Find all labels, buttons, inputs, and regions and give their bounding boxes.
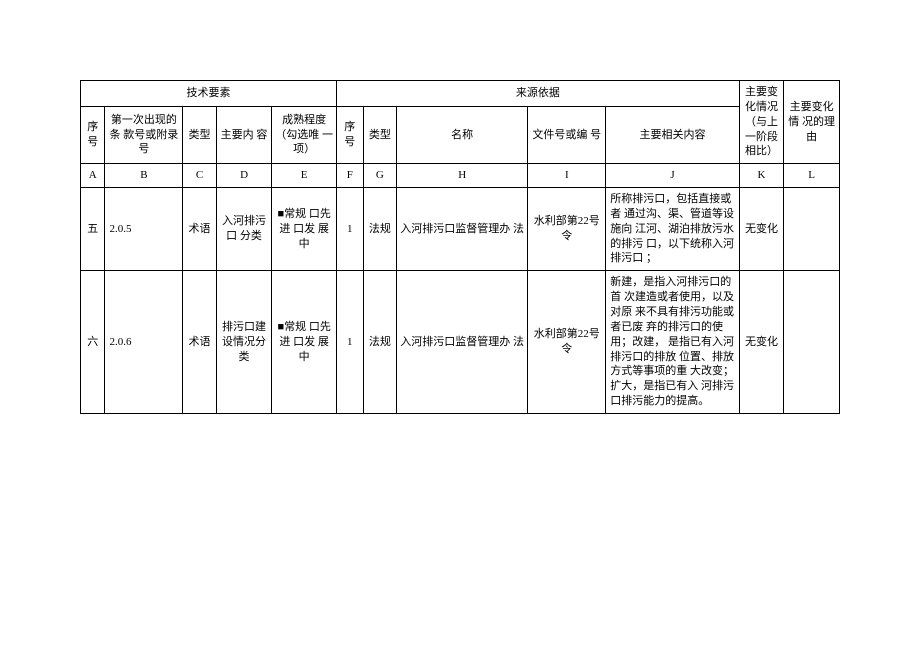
cell-src-seq: 1 — [336, 188, 363, 271]
cell-type: 术语 — [183, 271, 216, 414]
cell-src-main: 所称排污口，包括直接或 者 通过沟、渠、管道等设 施向 江河、湖泊排放污水 的排… — [606, 188, 740, 271]
header-source-name: 名称 — [397, 106, 528, 164]
header-group-source: 来源依据 — [336, 81, 739, 107]
cell-reason — [784, 188, 840, 271]
header-main-content: 主要内 容 — [216, 106, 272, 164]
col-letter-C: C — [183, 164, 216, 188]
header-type: 类型 — [183, 106, 216, 164]
cell-src-doc: 水利部第22号 令 — [528, 271, 606, 414]
header-row-fields: 序 号 第一次出现的 条 款号或附录 号 类型 主要内 容 成熟程度 （勾选唯 … — [81, 106, 840, 164]
cell-change: 无变化 — [739, 271, 784, 414]
col-letter-I: I — [528, 164, 606, 188]
header-first-occurrence: 第一次出现的 条 款号或附录 号 — [105, 106, 183, 164]
cell-src-name: 入河排污口监督管理办 法 — [397, 188, 528, 271]
col-letter-A: A — [81, 164, 105, 188]
col-letter-H: H — [397, 164, 528, 188]
cell-src-doc: 水利部第22号 令 — [528, 188, 606, 271]
col-letter-L: L — [784, 164, 840, 188]
cell-maturity: ■常规 口先进 口发 展中 — [272, 188, 337, 271]
col-letter-E: E — [272, 164, 337, 188]
cell-type: 术语 — [183, 188, 216, 271]
header-maturity: 成熟程度 （勾选唯 一 项） — [272, 106, 337, 164]
cell-src-name: 入河排污口监督管理办 法 — [397, 271, 528, 414]
cell-content: 排污口建 设情况分 类 — [216, 271, 272, 414]
table-row: 五 2.0.5 术语 入河排污 口 分类 ■常规 口先进 口发 展中 1 法规 … — [81, 188, 840, 271]
header-change-reason: 主要变化 情 况的理 由 — [784, 81, 840, 164]
col-letter-K: K — [739, 164, 784, 188]
col-letter-J: J — [606, 164, 740, 188]
cell-content: 入河排污 口 分类 — [216, 188, 272, 271]
cell-clause: 2.0.5 — [105, 188, 183, 271]
header-source-type: 类型 — [363, 106, 396, 164]
cell-seq: 六 — [81, 271, 105, 414]
header-seq: 序 号 — [81, 106, 105, 164]
cell-change: 无变化 — [739, 188, 784, 271]
header-source-doc-no: 文件号或编 号 — [528, 106, 606, 164]
cell-src-main: 新建，是指入河排污口的 首 次建造或者使用，以及 对原 来不具有排污功能或 者已… — [606, 271, 740, 414]
cell-seq: 五 — [81, 188, 105, 271]
table-row: 六 2.0.6 术语 排污口建 设情况分 类 ■常规 口先进 口发 展中 1 法… — [81, 271, 840, 414]
cell-maturity: ■常规 口先进 口发 展中 — [272, 271, 337, 414]
col-letter-G: G — [363, 164, 396, 188]
header-group-tech: 技术要素 — [81, 81, 337, 107]
cell-src-type: 法规 — [363, 271, 396, 414]
header-source-seq: 序号 — [336, 106, 363, 164]
header-row-letters: A B C D E F G H I J K L — [81, 164, 840, 188]
col-letter-F: F — [336, 164, 363, 188]
cell-src-seq: 1 — [336, 271, 363, 414]
col-letter-D: D — [216, 164, 272, 188]
cell-clause: 2.0.6 — [105, 271, 183, 414]
header-row-group: 技术要素 来源依据 主要变 化情况 （与上 一阶段 相比） 主要变化 情 况的理… — [81, 81, 840, 107]
spec-table: 技术要素 来源依据 主要变 化情况 （与上 一阶段 相比） 主要变化 情 况的理… — [80, 80, 840, 414]
cell-src-type: 法规 — [363, 188, 396, 271]
col-letter-B: B — [105, 164, 183, 188]
cell-reason — [784, 271, 840, 414]
header-major-change: 主要变 化情况 （与上 一阶段 相比） — [739, 81, 784, 164]
header-source-main: 主要相关内容 — [606, 106, 740, 164]
